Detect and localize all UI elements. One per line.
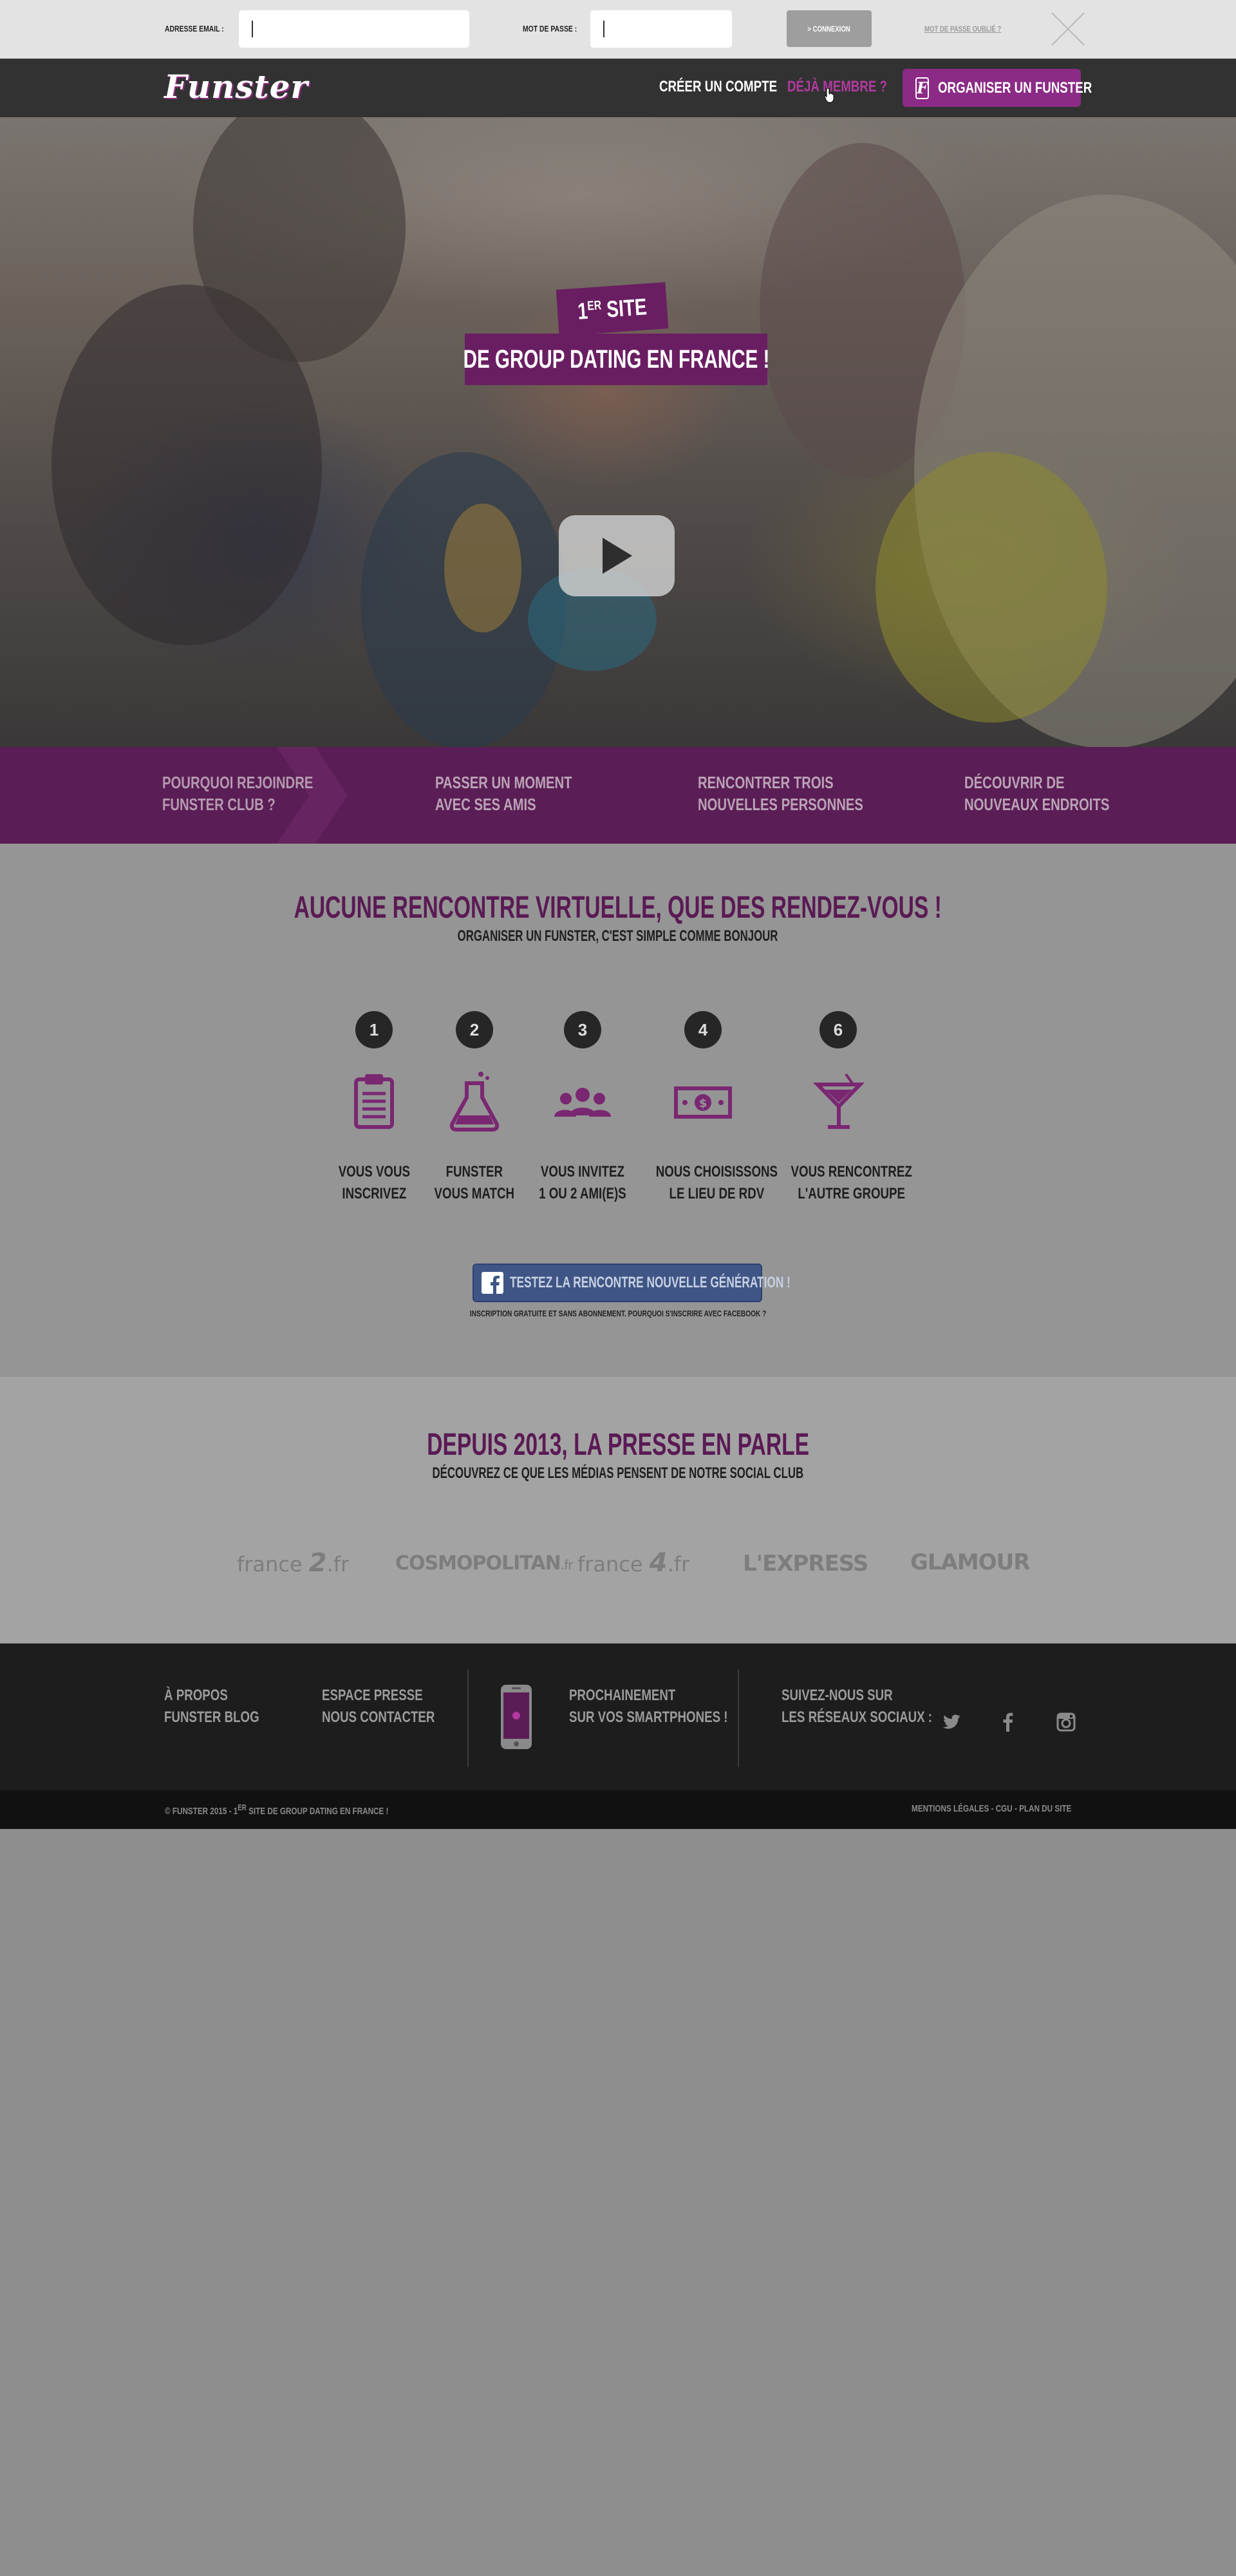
badge-superscript: ER: [586, 298, 602, 314]
lexpress-logo[interactable]: L'EXPRESS: [743, 1551, 868, 1577]
password-field[interactable]: [590, 10, 732, 48]
footer-soon-line2: SUR VOS SMARTPHONES !: [569, 1709, 728, 1726]
footer-follow-line2: LES RÉSEAUX SOCIAUX :: [782, 1709, 933, 1726]
hero-badge-top: 1ER SITE: [556, 282, 669, 336]
forgot-password-link[interactable]: MOT DE PASSE OUBLIÉ ?: [924, 24, 1001, 33]
close-icon[interactable]: [1049, 10, 1087, 48]
instagram-icon[interactable]: [1054, 1710, 1078, 1734]
step-number: 6: [819, 1011, 857, 1048]
facebook-icon: [482, 1272, 503, 1294]
step-number: 2: [456, 1011, 493, 1048]
funster-f-icon: F: [915, 77, 930, 99]
play-icon: [603, 538, 632, 574]
hero-photo-shape: [876, 452, 1107, 723]
group-icon: [554, 1088, 611, 1117]
glamour-logo[interactable]: GLAMOUR: [910, 1549, 1030, 1575]
band-item-line: NOUVELLES PERSONNES: [698, 795, 863, 814]
band-item-line: NOUVEAUX ENDROITS: [964, 795, 1110, 814]
nav-already-member[interactable]: DÉJÀ MEMBRE ?: [787, 78, 887, 96]
facebook-icon[interactable]: [997, 1710, 1020, 1734]
how-title: AUCUNE RENCONTRE VIRTUELLE, QUE DES REND…: [294, 891, 942, 925]
email-field[interactable]: [239, 10, 469, 48]
funster-logo[interactable]: Funster: [164, 68, 308, 106]
hero-badge-text: DE GROUP DATING EN FRANCE !: [463, 345, 769, 374]
how-subtitle: ORGANISER UN FUNSTER, C'EST SIMPLE COMME…: [458, 927, 778, 945]
press-section: DEPUIS 2013, LA PRESSE EN PARLE DÉCOUVRE…: [0, 1377, 1236, 1643]
footer-link-blog[interactable]: FUNSTER BLOG: [164, 1707, 259, 1728]
organise-funster-button[interactable]: F ORGANISER UN FUNSTER: [903, 69, 1092, 107]
svg-text:$: $: [699, 1097, 707, 1110]
copyright: © FUNSTER 2015 - 1ER SITE DE GROUP DATIN…: [165, 1803, 389, 1817]
step-3: 3 VOUS INVITEZ 1 OU 2 AMI(E)S: [518, 1011, 647, 1205]
facebook-signup-button[interactable]: TESTEZ LA RENCONTRE NOUVELLE GÉNÉRATION …: [473, 1264, 791, 1302]
cosmopolitan-logo[interactable]: COSMOPOLITAN.fr: [395, 1552, 573, 1575]
password-label: MOT DE PASSE :: [523, 24, 577, 33]
hero-photo-shape: [444, 504, 521, 632]
cocktail-icon: [812, 1073, 865, 1129]
clipboard-icon: [354, 1074, 394, 1129]
legal-links[interactable]: MENTIONS LÉGALES - CGU - PLAN DU SITE: [912, 1803, 1071, 1814]
footer-follow-line1: SUIVEZ-NOUS SUR: [782, 1687, 893, 1704]
features-band: POURQUOI REJOINDRE FUNSTER CLUB ? PASSER…: [0, 747, 1236, 844]
flask-icon: [449, 1072, 500, 1132]
footer-divider: [467, 1669, 469, 1767]
badge-word: SITE: [605, 293, 648, 323]
twitter-icon[interactable]: [940, 1710, 963, 1734]
smartphone-icon: [501, 1685, 532, 1749]
band-item-line: AVEC SES AMIS: [435, 795, 536, 814]
band-item-why-join[interactable]: POURQUOI REJOINDRE FUNSTER CLUB ?: [162, 772, 313, 815]
press-subtitle: DÉCOUVREZ CE QUE LES MÉDIAS PENSENT DE N…: [432, 1464, 804, 1482]
login-button-label: > CONNEXION: [807, 24, 851, 33]
text-caret: [603, 21, 604, 37]
step-label: VOUS INVITEZ 1 OU 2 AMI(E)S: [539, 1163, 626, 1202]
hero-badge-main: DE GROUP DATING EN FRANCE !: [463, 334, 769, 385]
play-video-button[interactable]: [559, 515, 675, 596]
footer-link-press[interactable]: ESPACE PRESSE: [322, 1685, 423, 1707]
nav-create-account[interactable]: CRÉER UN COMPTE: [659, 78, 777, 96]
band-item-line: POURQUOI REJOINDRE: [162, 773, 314, 792]
subfooter: © FUNSTER 2015 - 1ER SITE DE GROUP DATIN…: [0, 1790, 1236, 1829]
step-label: VOUS VOUS INSCRIVEZ: [338, 1163, 410, 1202]
step-label: VOUS RENCONTREZ L'AUTRE GROUPE: [791, 1163, 912, 1202]
step-number: 3: [564, 1011, 601, 1048]
band-item-discover[interactable]: DÉCOUVRIR DE NOUVEAUX ENDROITS: [964, 772, 1109, 815]
footer: À PROPOS FUNSTER BLOG ESPACE PRESSE NOUS…: [0, 1643, 1236, 1790]
organise-funster-label: ORGANISER UN FUNSTER: [938, 79, 1092, 97]
facebook-signup-label: TESTEZ LA RENCONTRE NOUVELLE GÉNÉRATION …: [510, 1274, 791, 1291]
step-label: NOUS CHOISISSONS LE LIEU DE RDV: [655, 1163, 778, 1202]
login-bar: ADRESSE EMAIL : MOT DE PASSE : > CONNEXI…: [0, 0, 1236, 59]
step-5: 6 VOUS RENCONTREZ L'AUTRE GROUPE: [774, 1011, 912, 1205]
band-item-line: PASSER UN MOMENT: [435, 773, 572, 792]
money-icon: $: [674, 1086, 732, 1119]
france4-logo[interactable]: france 4.fr: [577, 1548, 689, 1578]
band-item-friends[interactable]: PASSER UN MOMENT AVEC SES AMIS: [435, 772, 572, 815]
hero-video-banner[interactable]: 1ER SITE DE GROUP DATING EN FRANCE !: [0, 117, 1236, 747]
step-label: FUNSTER VOUS MATCH: [434, 1163, 515, 1202]
text-caret: [252, 21, 253, 37]
how-it-works-section: AUCUNE RENCONTRE VIRTUELLE, QUE DES REND…: [0, 844, 1236, 1377]
main-nav: Funster CRÉER UN COMPTE DÉJÀ MEMBRE ? F …: [0, 59, 1236, 117]
step-number: 1: [355, 1011, 393, 1048]
band-item-line: RENCONTRER TROIS: [698, 773, 834, 792]
login-button[interactable]: > CONNEXION: [787, 10, 872, 47]
footer-link-about[interactable]: À PROPOS: [164, 1685, 228, 1707]
step-4: 4 $ NOUS CHOISISSONS LE LIEU DE RDV: [639, 1011, 778, 1205]
band-item-line: FUNSTER CLUB ?: [162, 795, 276, 814]
footer-divider: [738, 1669, 739, 1767]
band-item-meet[interactable]: RENCONTRER TROIS NOUVELLES PERSONNES: [698, 772, 863, 815]
france2-logo[interactable]: france 2.fr: [237, 1548, 349, 1578]
footer-link-contact[interactable]: NOUS CONTACTER: [322, 1707, 435, 1728]
email-label: ADRESSE EMAIL :: [165, 24, 224, 33]
band-item-line: DÉCOUVRIR DE: [964, 773, 1065, 792]
step-number: 4: [684, 1011, 722, 1048]
facebook-note[interactable]: INSCRIPTION GRATUITE ET SANS ABONNEMENT.…: [0, 1309, 1236, 1318]
press-title: DEPUIS 2013, LA PRESSE EN PARLE: [427, 1428, 809, 1462]
footer-soon-line1: PROCHAINEMENT: [569, 1687, 676, 1704]
hand-cursor-icon: [824, 88, 834, 103]
